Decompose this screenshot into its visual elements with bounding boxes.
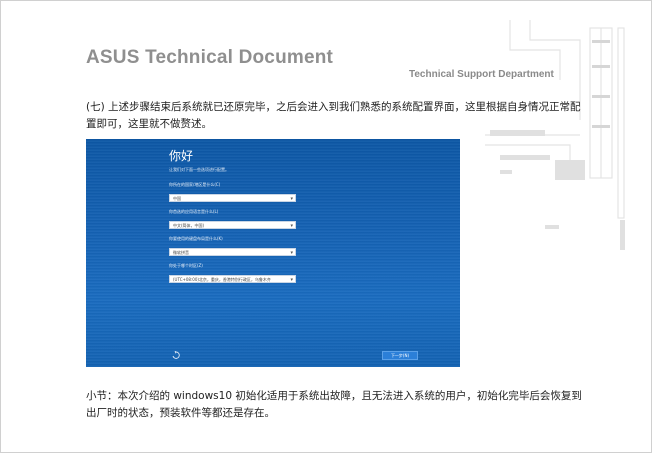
- step7-paragraph: (七) 上述步骤结束后系统就已还原完毕，之后会进入到我们熟悉的系统配置界面，这里…: [86, 101, 581, 130]
- region-label: 你所在的国家/地区是什么(C): [169, 182, 221, 187]
- summary-paragraph: 小节：本次介绍的 windows10 初始化适用于系统出故障，且无法进入系统的用…: [86, 390, 582, 419]
- document-title: ASUS Technical Document: [86, 47, 334, 68]
- region-value: 中国: [173, 196, 181, 201]
- language-value: 中文(简体，中国): [173, 223, 205, 228]
- setup-subtitle: 让我们对下面一些选项进行配置。: [169, 167, 229, 172]
- department-label: Technical Support Department: [409, 69, 554, 80]
- circuit-decoration: [485, 20, 625, 250]
- chevron-down-icon: ▾: [290, 277, 293, 283]
- next-button[interactable]: 下一步(N): [382, 351, 418, 360]
- chevron-down-icon: ▾: [290, 250, 293, 256]
- keyboard-label: 你要使用的键盘布局是什么(K): [169, 236, 223, 241]
- timezone-label: 你处于哪个时区(Z): [169, 263, 203, 268]
- chevron-down-icon: ▾: [290, 196, 293, 202]
- accessibility-icon[interactable]: [171, 350, 181, 360]
- greeting-heading: 你好: [169, 149, 194, 163]
- timezone-value: (UTC+08:00)北京，重庆，香港特别行政区，乌鲁木齐: [173, 277, 271, 282]
- region-select[interactable]: 中国 ▾: [169, 194, 296, 202]
- chevron-down-icon: ▾: [290, 223, 293, 229]
- timezone-select[interactable]: (UTC+08:00)北京，重庆，香港特别行政区，乌鲁木齐 ▾: [169, 275, 296, 283]
- windows-setup-screenshot: 你好 让我们对下面一些选项进行配置。 你所在的国家/地区是什么(C) 中国 ▾ …: [86, 139, 460, 367]
- language-select[interactable]: 中文(简体，中国) ▾: [169, 221, 296, 229]
- keyboard-value: 微软拼音: [173, 250, 189, 255]
- language-label: 你首选的应用语言是什么(L): [169, 209, 219, 214]
- keyboard-select[interactable]: 微软拼音 ▾: [169, 248, 296, 256]
